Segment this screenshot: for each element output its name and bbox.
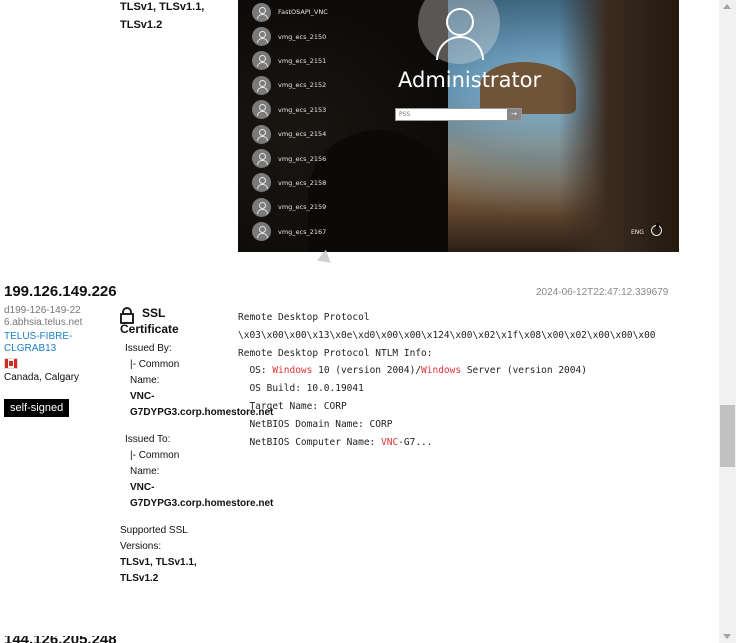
previous-tls-versions: TLSv1, TLSv1.1, TLSv1.2 bbox=[120, 0, 204, 34]
mouse-cursor-icon bbox=[316, 249, 336, 269]
org-line2[interactable]: CLGRAB13 bbox=[4, 343, 114, 355]
user-account: vmg_ecs_2152 bbox=[252, 73, 328, 97]
self-signed-tag[interactable]: self-signed bbox=[4, 399, 70, 417]
os-prefix: OS: bbox=[238, 365, 273, 377]
user-account: vmg_ecs_2151 bbox=[252, 49, 328, 73]
netbios-prefix: NetBIOS Computer Name: bbox=[238, 436, 381, 448]
password-field: PSS → bbox=[395, 108, 522, 121]
tls-versions-line2: TLSv1.2 bbox=[120, 573, 159, 584]
scan-timestamp: 2024-06-12T22:47:12.339679 bbox=[536, 287, 669, 298]
canada-flag-icon bbox=[4, 358, 18, 369]
netbios-vnc: VNC bbox=[381, 436, 399, 448]
user-name: vmg_ecs_2158 bbox=[278, 178, 327, 187]
account-name: Administrator bbox=[398, 68, 542, 92]
user-name: vmg_ecs_2150 bbox=[278, 32, 327, 41]
os-suffix: Server (version 2004) bbox=[461, 365, 587, 377]
user-icon bbox=[252, 197, 271, 217]
banner-line3: Remote Desktop Protocol NTLM Info: bbox=[238, 347, 433, 359]
user-account: vmg_ecs_2153 bbox=[252, 98, 328, 122]
banner-netbios-computer: NetBIOS Computer Name: VNC-G7... bbox=[238, 434, 656, 452]
user-account: vmg_ecs_2150 bbox=[252, 24, 328, 48]
user-account: vmg_ecs_2158 bbox=[252, 171, 328, 195]
issued-to-cn-line1: VNC- bbox=[130, 482, 155, 493]
host-details: d199-126-149-22 6.abhsia.telus.net TELUS… bbox=[4, 305, 114, 417]
tls-versions-line1: TLSv1, TLSv1.1, bbox=[120, 557, 197, 568]
hostname-line2: 6.abhsia.telus.net bbox=[4, 317, 83, 328]
user-name: vmg_ecs_2153 bbox=[278, 105, 327, 114]
user-icon bbox=[252, 222, 271, 242]
user-icon bbox=[252, 149, 271, 169]
previous-tls-line2: TLSv1.2 bbox=[120, 19, 163, 31]
user-name: vmg_ecs_2152 bbox=[278, 81, 327, 90]
organization-link[interactable]: TELUS-FIBRE- CLGRAB13 bbox=[4, 331, 114, 355]
user-account: vmg_ecs_2154 bbox=[252, 122, 328, 146]
user-icon bbox=[252, 51, 271, 71]
ssl-title-line1: SSL bbox=[142, 306, 166, 320]
language-indicator: ENG bbox=[631, 229, 644, 236]
user-icon bbox=[252, 75, 271, 95]
hostname: d199-126-149-22 6.abhsia.telus.net bbox=[4, 305, 114, 329]
previous-tls-line1: TLSv1, TLSv1.1, bbox=[120, 1, 205, 13]
rdp-login-screenshot[interactable]: FastOSAPI_VNC vmg_ecs_2150 vmg_ecs_2151 … bbox=[238, 0, 679, 252]
cave-shadow-right bbox=[559, 0, 679, 252]
next-host-ip-link[interactable]: 144.126.205.248 bbox=[4, 636, 117, 643]
user-name: vmg_ecs_2167 bbox=[278, 227, 327, 236]
banner-netbios-domain: NetBIOS Domain Name: CORP bbox=[238, 418, 393, 430]
user-account: vmg_ecs_2167 bbox=[252, 220, 328, 244]
scroll-up-arrow-icon[interactable] bbox=[723, 4, 731, 9]
scrollbar-thumb[interactable] bbox=[720, 405, 735, 467]
os-windows-1: Windows bbox=[272, 365, 313, 377]
user-name: FastOSAPI_VNC bbox=[278, 8, 328, 17]
user-account: vmg_ecs_2156 bbox=[252, 146, 328, 170]
location: Canada, Calgary bbox=[4, 372, 80, 383]
banner-line2: \x03\x00\x00\x13\x0e\xd0\x00\x00\x124\x0… bbox=[238, 329, 656, 341]
org-line1[interactable]: TELUS-FIBRE- bbox=[4, 331, 114, 343]
user-name: vmg_ecs_2156 bbox=[278, 154, 327, 163]
cave-rock bbox=[308, 130, 448, 252]
os-mid: 10 (version 2004)/ bbox=[312, 365, 422, 377]
user-name: vmg_ecs_2154 bbox=[278, 130, 327, 139]
issued-to-cn-line2: G7DYPG3.corp.homestore.net bbox=[130, 498, 274, 509]
user-icon bbox=[252, 27, 271, 47]
service-banner: Remote Desktop Protocol \x03\x00\x00\x13\… bbox=[238, 309, 656, 451]
supported-ssl-label-line2: Versions: bbox=[120, 541, 162, 552]
banner-os: OS: Windows 10 (version 2004)/Windows Se… bbox=[238, 362, 656, 380]
supported-ssl-label-line1: Supported SSL bbox=[120, 525, 188, 536]
host-ip-link[interactable]: 199.126.149.226 bbox=[4, 283, 117, 300]
user-account-list: FastOSAPI_VNC vmg_ecs_2150 vmg_ecs_2151 … bbox=[252, 0, 328, 244]
user-name: vmg_ecs_2151 bbox=[278, 56, 327, 65]
issued-to-cn-label: Name: bbox=[130, 466, 160, 477]
user-icon bbox=[252, 124, 271, 144]
netbios-suffix: -G7... bbox=[398, 436, 433, 448]
user-icon bbox=[252, 2, 271, 22]
user-name: vmg_ecs_2159 bbox=[278, 203, 327, 212]
power-icon bbox=[651, 223, 662, 236]
vertical-scrollbar[interactable] bbox=[719, 0, 736, 643]
hostname-line1: d199-126-149-22 bbox=[4, 305, 81, 316]
scroll-down-arrow-icon[interactable] bbox=[723, 634, 731, 639]
submit-arrow-icon: → bbox=[507, 109, 521, 120]
password-placeholder: PSS bbox=[399, 111, 411, 118]
user-account: FastOSAPI_VNC bbox=[252, 0, 328, 24]
banner-build: OS Build: 10.0.19041 bbox=[238, 383, 364, 395]
user-icon bbox=[252, 100, 271, 120]
banner-line1: Remote Desktop Protocol bbox=[238, 312, 370, 323]
banner-target: Target Name: CORP bbox=[238, 400, 347, 412]
user-icon bbox=[252, 173, 271, 193]
os-windows-2: Windows bbox=[421, 365, 462, 377]
user-account: vmg_ecs_2159 bbox=[252, 195, 328, 219]
lock-icon bbox=[120, 307, 134, 324]
